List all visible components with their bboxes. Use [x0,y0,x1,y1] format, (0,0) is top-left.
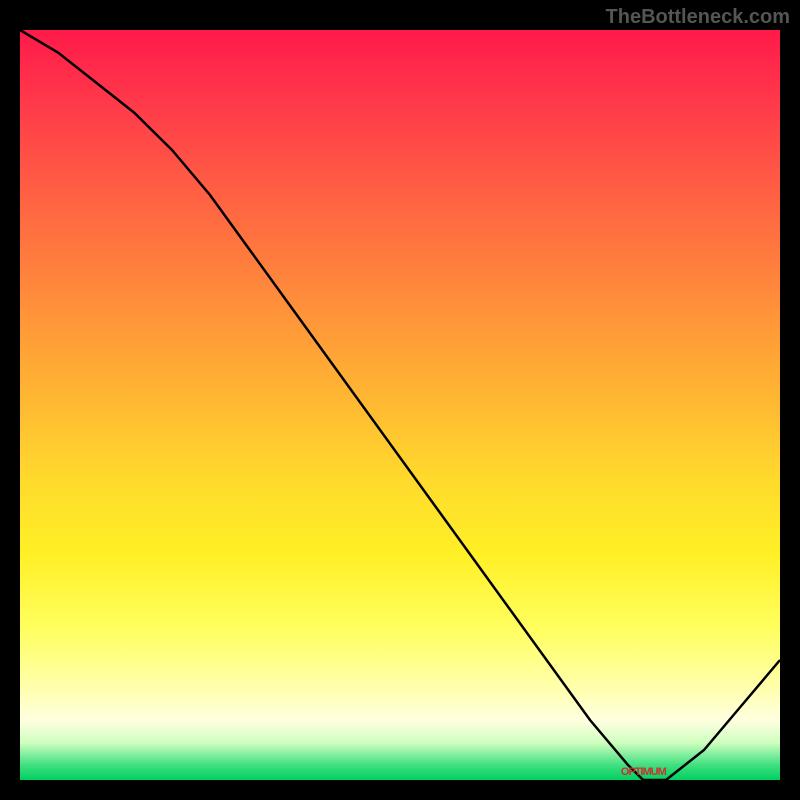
optimum-marker: OPTIMUM [621,766,666,778]
chart-container: TheBottleneck.com OPTIMUM [0,0,800,800]
watermark-text: TheBottleneck.com [606,6,790,29]
line-curve [20,30,780,780]
plot-area: OPTIMUM [20,30,780,780]
